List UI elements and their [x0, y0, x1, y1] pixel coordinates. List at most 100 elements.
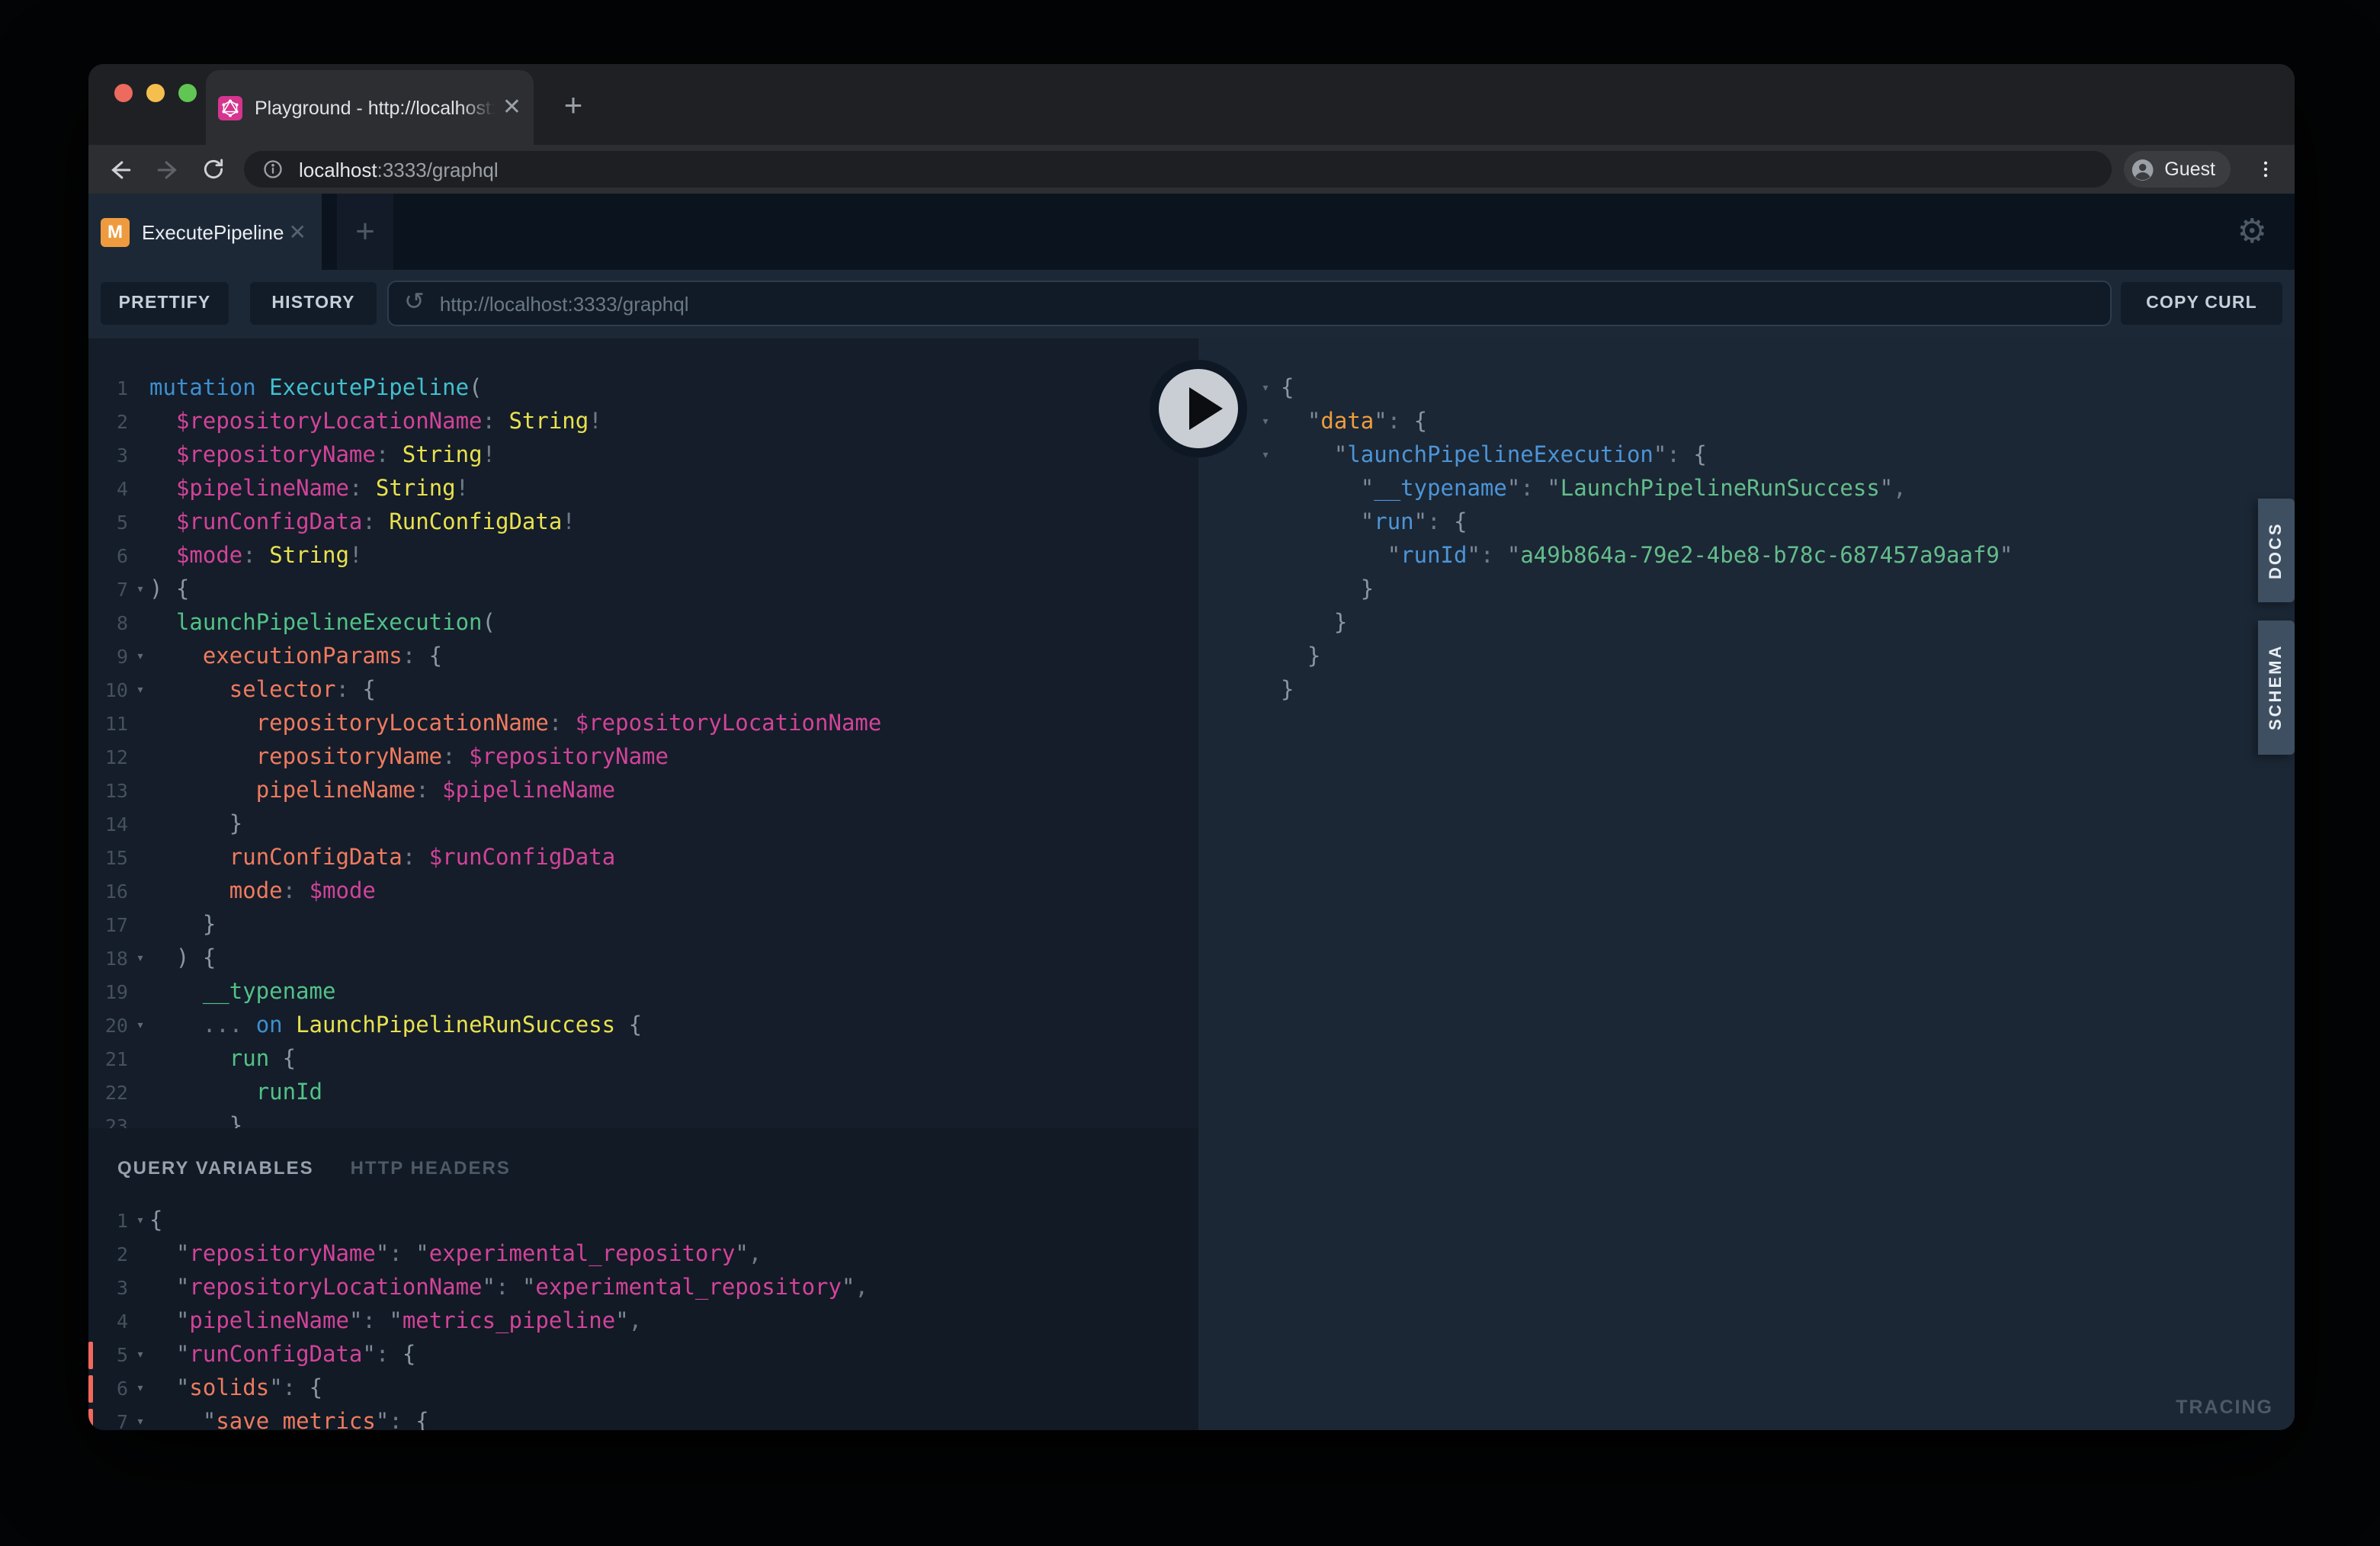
- response-line[interactable]: }: [1198, 573, 2295, 607]
- query-code-line[interactable]: 11 repositoryLocationName: $repositoryLo…: [88, 707, 1198, 741]
- query-code-line[interactable]: 6 $mode: String!: [88, 540, 1198, 573]
- query-code-line[interactable]: 2 $repositoryLocationName: String!: [88, 406, 1198, 439]
- reload-schema-icon[interactable]: ↺: [404, 291, 425, 316]
- response-line[interactable]: "runId": "a49b864a-79e2-4be8-b78c-687457…: [1198, 540, 2295, 573]
- response-line[interactable]: }: [1198, 640, 2295, 674]
- fold-arrow-icon[interactable]: ▾: [131, 640, 149, 674]
- copy-curl-button[interactable]: COPY CURL: [2121, 282, 2282, 325]
- response-line[interactable]: ▾{: [1198, 372, 2295, 406]
- reload-icon[interactable]: [195, 151, 232, 188]
- query-code-line[interactable]: 12 repositoryName: $repositoryName: [88, 741, 1198, 775]
- variables-line[interactable]: 5▾ "runConfigData": {: [88, 1339, 1198, 1372]
- new-tab-button[interactable]: +: [549, 82, 598, 131]
- variables-panel: QUERY VARIABLES HTTP HEADERS 1▾{2 "repos…: [88, 1128, 1198, 1430]
- variables-line[interactable]: 7▾ "save_metrics": {: [88, 1406, 1198, 1430]
- query-code-line[interactable]: 5 $runConfigData: RunConfigData!: [88, 506, 1198, 540]
- fold-arrow-icon[interactable]: ▾: [131, 942, 149, 976]
- browser-toolbar: localhost:3333/graphql Guest: [88, 145, 2295, 194]
- playground-main: 1mutation ExecutePipeline(2 $repositoryL…: [88, 338, 2295, 1430]
- prettify-button[interactable]: PRETTIFY: [101, 282, 229, 325]
- query-code-line[interactable]: 16 mode: $mode: [88, 875, 1198, 909]
- graphql-favicon-icon: [218, 95, 242, 120]
- variables-line[interactable]: 3 "repositoryLocationName": "experimenta…: [88, 1272, 1198, 1305]
- query-code-line[interactable]: 9▾ executionParams: {: [88, 640, 1198, 674]
- query-code-line[interactable]: 10▾ selector: {: [88, 674, 1198, 707]
- browser-menu-icon[interactable]: [2247, 151, 2284, 188]
- window-controls: [114, 84, 197, 102]
- tracing-toggle[interactable]: TRACING: [2176, 1397, 2273, 1418]
- fold-arrow-icon[interactable]: ▾: [131, 1204, 149, 1238]
- schema-side-tab[interactable]: SCHEMA: [2258, 621, 2295, 755]
- screen: Playground - http://localhost:3 ✕ + loca…: [0, 0, 2380, 1546]
- query-code-line[interactable]: 18▾ ) {: [88, 942, 1198, 976]
- variables-line[interactable]: 1▾{: [88, 1204, 1198, 1238]
- query-code-line[interactable]: 8 launchPipelineExecution(: [88, 607, 1198, 640]
- fold-arrow-icon[interactable]: ▾: [1256, 372, 1275, 406]
- query-code-line[interactable]: 21 run {: [88, 1043, 1198, 1076]
- response-line[interactable]: ▾ "launchPipelineExecution": {: [1198, 439, 2295, 473]
- line-number: 6: [88, 1372, 128, 1406]
- line-number: 21: [88, 1043, 128, 1076]
- query-code-line[interactable]: 14 }: [88, 808, 1198, 842]
- line-number: 9: [88, 640, 128, 674]
- execute-play-button[interactable]: [1150, 360, 1247, 457]
- close-window-button[interactable]: [114, 84, 133, 102]
- docs-side-tab[interactable]: DOCS: [2258, 499, 2295, 602]
- fold-arrow-icon[interactable]: ▾: [131, 573, 149, 607]
- browser-tab[interactable]: Playground - http://localhost:3 ✕: [206, 70, 534, 145]
- avatar-icon: [2130, 156, 2155, 182]
- response-pane: ▾{▾ "data": {▾ "launchPipelineExecution"…: [1198, 338, 2295, 1430]
- maximize-window-button[interactable]: [178, 84, 197, 102]
- fold-arrow-icon[interactable]: ▾: [1256, 406, 1275, 439]
- query-code-line[interactable]: 1mutation ExecutePipeline(: [88, 372, 1198, 406]
- query-code-line[interactable]: 4 $pipelineName: String!: [88, 473, 1198, 506]
- query-code-line[interactable]: 22 runId: [88, 1076, 1198, 1110]
- tab-close-icon[interactable]: ✕: [502, 96, 521, 119]
- playground-toolbar: PRETTIFY HISTORY ↺ http://localhost:3333…: [88, 270, 2295, 338]
- query-code-line[interactable]: 3 $repositoryName: String!: [88, 439, 1198, 473]
- variables-line[interactable]: 4 "pipelineName": "metrics_pipeline",: [88, 1305, 1198, 1339]
- address-bar[interactable]: localhost:3333/graphql: [244, 151, 2112, 188]
- history-button[interactable]: HISTORY: [250, 282, 377, 325]
- fold-arrow-icon[interactable]: ▾: [1256, 439, 1275, 473]
- query-code-line[interactable]: 20▾ ... on LaunchPipelineRunSuccess {: [88, 1009, 1198, 1043]
- query-code-line[interactable]: 7▾) {: [88, 573, 1198, 607]
- variables-line[interactable]: 2 "repositoryName": "experimental_reposi…: [88, 1238, 1198, 1272]
- endpoint-input[interactable]: ↺ http://localhost:3333/graphql: [387, 281, 2112, 326]
- playground-new-tab-button[interactable]: +: [337, 194, 393, 270]
- settings-gear-icon[interactable]: ⚙: [2237, 194, 2267, 270]
- line-number: 5: [88, 1339, 128, 1372]
- line-number: 17: [88, 909, 128, 942]
- tab-query-variables[interactable]: QUERY VARIABLES: [117, 1157, 314, 1179]
- playground-tab[interactable]: M ExecutePipeline ✕: [88, 194, 322, 270]
- variables-editor[interactable]: 1▾{2 "repositoryName": "experimental_rep…: [88, 1198, 1198, 1430]
- profile-button[interactable]: Guest: [2124, 151, 2231, 188]
- endpoint-url: http://localhost:3333/graphql: [440, 292, 689, 315]
- site-info-icon[interactable]: [262, 159, 284, 180]
- line-number: 13: [88, 775, 128, 808]
- query-editor[interactable]: 1mutation ExecutePipeline(2 $repositoryL…: [88, 338, 1198, 1128]
- response-line[interactable]: "run": {: [1198, 506, 2295, 540]
- query-code-line[interactable]: 23 }: [88, 1110, 1198, 1128]
- line-number: 1: [88, 372, 128, 406]
- response-line[interactable]: ▾ "data": {: [1198, 406, 2295, 439]
- query-code-line[interactable]: 13 pipelineName: $pipelineName: [88, 775, 1198, 808]
- playground-tab-close-icon[interactable]: ✕: [289, 219, 306, 245]
- query-code-line[interactable]: 19 __typename: [88, 976, 1198, 1009]
- forward-icon[interactable]: [149, 151, 186, 188]
- address-url: localhost:3333/graphql: [299, 158, 499, 181]
- response-line[interactable]: }: [1198, 674, 2295, 707]
- fold-arrow-icon[interactable]: ▾: [131, 1372, 149, 1406]
- response-line[interactable]: "__typename": "LaunchPipelineRunSuccess"…: [1198, 473, 2295, 506]
- fold-arrow-icon[interactable]: ▾: [131, 1009, 149, 1043]
- fold-arrow-icon[interactable]: ▾: [131, 1339, 149, 1372]
- back-icon[interactable]: [101, 151, 137, 188]
- tab-http-headers[interactable]: HTTP HEADERS: [351, 1157, 511, 1179]
- query-code-line[interactable]: 15 runConfigData: $runConfigData: [88, 842, 1198, 875]
- query-code-line[interactable]: 17 }: [88, 909, 1198, 942]
- variables-line[interactable]: 6▾ "solids": {: [88, 1372, 1198, 1406]
- fold-arrow-icon[interactable]: ▾: [131, 674, 149, 707]
- fold-arrow-icon[interactable]: ▾: [131, 1406, 149, 1430]
- minimize-window-button[interactable]: [146, 84, 165, 102]
- response-line[interactable]: }: [1198, 607, 2295, 640]
